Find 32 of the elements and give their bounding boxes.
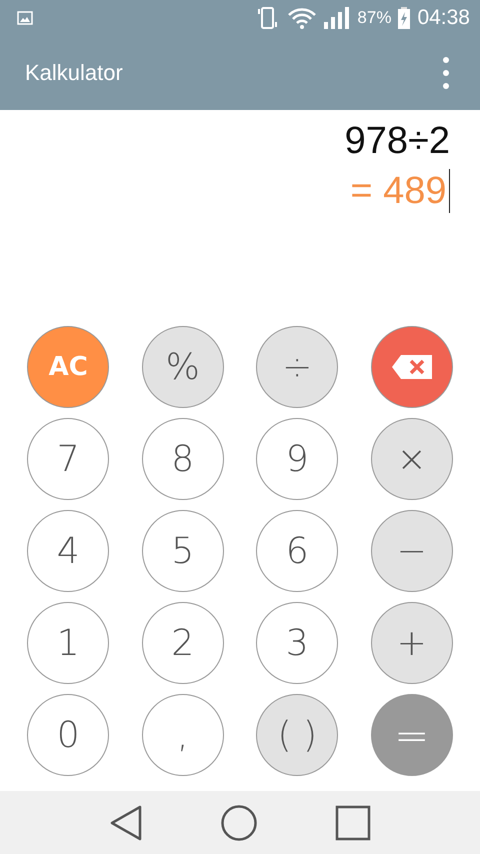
clock: 04:38 [417, 6, 470, 30]
home-icon[interactable] [220, 804, 258, 842]
back-icon[interactable] [108, 804, 143, 840]
digit-button[interactable]: 9 [256, 418, 338, 500]
digit-button[interactable]: 8 [142, 418, 224, 500]
operator-button[interactable]: % [142, 326, 224, 408]
wifi-icon [287, 6, 318, 30]
battery-charging-icon [397, 6, 412, 30]
battery-percent: 87% [357, 8, 392, 28]
operator-button[interactable]: ( ) [256, 694, 338, 776]
more-options-icon[interactable] [442, 56, 450, 90]
image-icon [17, 11, 33, 25]
operator-button[interactable]: × [370, 418, 453, 500]
result: = 489 [350, 169, 446, 214]
backspace-icon [390, 354, 433, 380]
digit-button[interactable]: , [142, 694, 224, 776]
digit-button[interactable]: 3 [256, 602, 338, 684]
digit-button[interactable]: 4 [27, 510, 110, 592]
operator-button[interactable]: − [370, 510, 453, 592]
operator-button[interactable]: ÷ [256, 326, 338, 408]
digit-button[interactable]: 2 [142, 602, 224, 684]
digit-button[interactable]: 0 [27, 694, 110, 776]
operator-button[interactable]: + [370, 602, 453, 684]
app-title: Kalkulator [25, 60, 123, 86]
digit-button[interactable]: 6 [256, 510, 338, 592]
digit-button[interactable]: 7 [27, 418, 110, 500]
expression: 978÷2 [344, 119, 450, 164]
text-cursor [448, 169, 450, 213]
digit-button[interactable]: 1 [27, 602, 110, 684]
recents-icon[interactable] [335, 804, 372, 840]
digit-button[interactable]: 5 [142, 510, 224, 592]
signal-icon [323, 6, 352, 30]
